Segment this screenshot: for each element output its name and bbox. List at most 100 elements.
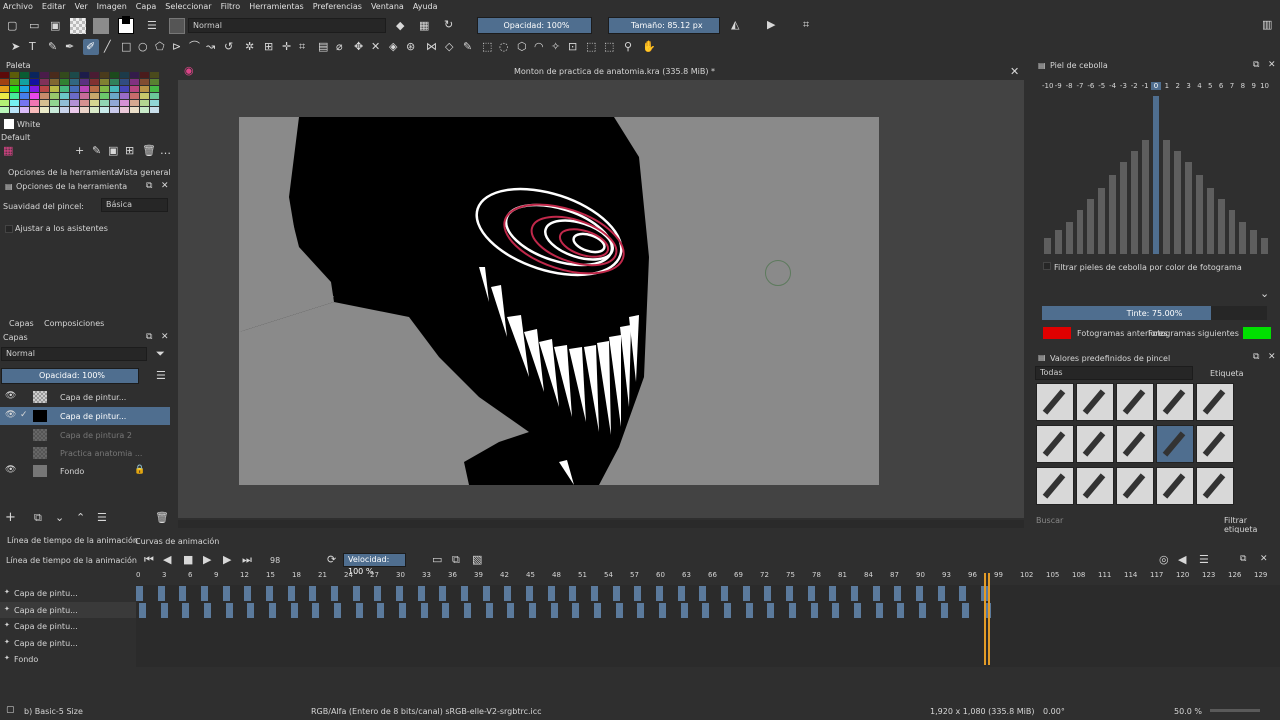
keyframe[interactable] (222, 586, 230, 601)
keyframe[interactable] (612, 586, 620, 601)
keyframe[interactable] (851, 586, 858, 601)
palette-swatch[interactable] (60, 72, 69, 78)
more-icon[interactable]: … (160, 145, 171, 156)
onion-frame-label[interactable]: 8 (1237, 82, 1248, 90)
palette-swatch[interactable] (40, 79, 49, 85)
palette-swatch[interactable] (40, 72, 49, 78)
keyframe[interactable] (615, 602, 623, 618)
palette-swatch[interactable] (20, 100, 29, 106)
keyframe[interactable] (269, 602, 276, 618)
enclose-fill-icon[interactable]: ⊛ (406, 41, 415, 52)
palette-swatch[interactable] (110, 86, 119, 92)
palette-swatch[interactable] (90, 86, 99, 92)
mirror-vertical-icon[interactable]: ▶ (767, 19, 775, 30)
layer-row[interactable]: Capa de pintura 2 (0, 426, 170, 444)
palette-swatch[interactable] (90, 79, 99, 85)
palette-swatch[interactable] (110, 72, 119, 78)
mirror-horizontal-icon[interactable]: ◭ (731, 19, 739, 30)
onion-opacity-bar[interactable] (1174, 151, 1182, 254)
keyframe[interactable] (854, 602, 861, 618)
tab-compositions[interactable]: Composiciones (44, 319, 104, 328)
close-icon[interactable]: ✕ (1268, 60, 1276, 71)
palette-swatch[interactable] (20, 86, 29, 92)
brush-preset-thumb[interactable] (1116, 383, 1154, 421)
keyframe[interactable] (550, 602, 558, 618)
menu-ventana[interactable]: Ventana (371, 2, 404, 11)
palette-swatch[interactable] (50, 93, 59, 99)
palette-swatch[interactable] (30, 72, 39, 78)
similar-select-icon[interactable]: ⊡ (568, 41, 577, 52)
keyframe[interactable] (634, 586, 642, 601)
rotation-value[interactable]: 0.00° (1043, 707, 1065, 716)
palette-swatch[interactable] (120, 72, 129, 78)
layer-row[interactable]: 👁 Capa de pintur... (0, 388, 170, 406)
keyframe[interactable] (572, 602, 580, 618)
palette-swatch[interactable] (80, 100, 89, 106)
add-swatch-icon[interactable]: + (75, 145, 84, 156)
keyframe[interactable] (529, 602, 536, 618)
keyframe[interactable] (504, 586, 512, 601)
palette-swatch[interactable] (70, 93, 79, 99)
calligraphy-icon[interactable]: ✒ (65, 41, 74, 52)
keyframe[interactable] (702, 602, 710, 618)
palette-library-icon[interactable]: ▦ (3, 145, 13, 156)
keyframe[interactable] (442, 602, 450, 618)
tab-animation-curves[interactable]: Curvas de animación (135, 537, 219, 546)
palette-swatch[interactable] (40, 86, 49, 92)
keyframe[interactable] (182, 602, 190, 618)
docker-lock-icon[interactable]: ▤ (1038, 352, 1046, 363)
keyframe[interactable] (940, 602, 948, 618)
delete-layer-icon[interactable]: 🗑 (155, 512, 169, 523)
next-frames-color[interactable] (1243, 327, 1271, 339)
fill-tool-icon[interactable]: ◈ (389, 41, 397, 52)
multibrush-icon[interactable]: ✲ (245, 41, 254, 52)
palette-swatch[interactable] (150, 107, 159, 113)
keyframe[interactable] (331, 586, 338, 601)
onion-frame-label[interactable]: 7 (1227, 82, 1238, 90)
keyframe[interactable] (807, 586, 815, 601)
palette-swatch[interactable] (90, 100, 99, 106)
workspace-icon[interactable]: ▥ (1262, 19, 1272, 30)
volume-icon[interactable]: ◀ (1178, 554, 1186, 565)
keyframe[interactable] (897, 602, 905, 618)
palette-swatch[interactable] (10, 100, 19, 106)
keyframe[interactable] (157, 586, 165, 601)
onion-frame-label[interactable]: -10 (1042, 82, 1053, 90)
previous-frames-color[interactable] (1043, 327, 1071, 339)
palette-swatch[interactable] (100, 72, 109, 78)
keyframe[interactable] (767, 602, 775, 618)
brush-editor-icon[interactable]: ☰ (147, 20, 157, 31)
freehand-select-icon[interactable]: ◠ (534, 41, 544, 52)
onion-opacity-bar[interactable] (1185, 162, 1192, 254)
palette-swatch[interactable] (150, 100, 159, 106)
tab-layers[interactable]: Capas (9, 319, 34, 328)
add-layer-icon[interactable]: + (5, 511, 16, 524)
palette-swatch[interactable] (20, 107, 29, 113)
palette-swatch[interactable] (60, 86, 69, 92)
menu-preferencias[interactable]: Preferencias (313, 2, 362, 11)
smart-patch-icon[interactable]: ✥ (354, 41, 363, 52)
palette-swatch[interactable] (140, 72, 149, 78)
play-icon[interactable]: ▶ (203, 554, 211, 565)
palette-swatch[interactable] (110, 93, 119, 99)
tint-slider[interactable]: Tinte: 75.00% (1042, 306, 1267, 320)
timeline-menu-icon[interactable]: ☰ (1199, 554, 1209, 565)
onion-frame-label[interactable]: -2 (1129, 82, 1140, 90)
menu-seleccionar[interactable]: Seleccionar (165, 2, 211, 11)
keyframe[interactable] (139, 602, 146, 618)
palette-swatch[interactable] (90, 93, 99, 99)
palette-swatch[interactable] (0, 86, 9, 92)
palette-swatch[interactable] (30, 93, 39, 99)
keyframe[interactable] (659, 602, 666, 618)
keyframe[interactable] (244, 586, 252, 601)
assistant-tool-icon[interactable]: ✕ (371, 41, 380, 52)
layer-row-selected[interactable]: 👁 ✓ Capa de pintur... (0, 407, 170, 425)
loop-icon[interactable]: ⟳ (327, 554, 336, 565)
prev-frame-icon[interactable]: ◀ (163, 554, 171, 565)
keyframe[interactable] (786, 586, 793, 601)
keyframe[interactable] (937, 586, 945, 601)
last-frame-icon[interactable]: ⏭ (242, 554, 252, 565)
keyframe[interactable] (179, 586, 187, 601)
close-icon[interactable]: ✕ (161, 181, 169, 192)
onion-frame-label[interactable]: 9 (1248, 82, 1259, 90)
